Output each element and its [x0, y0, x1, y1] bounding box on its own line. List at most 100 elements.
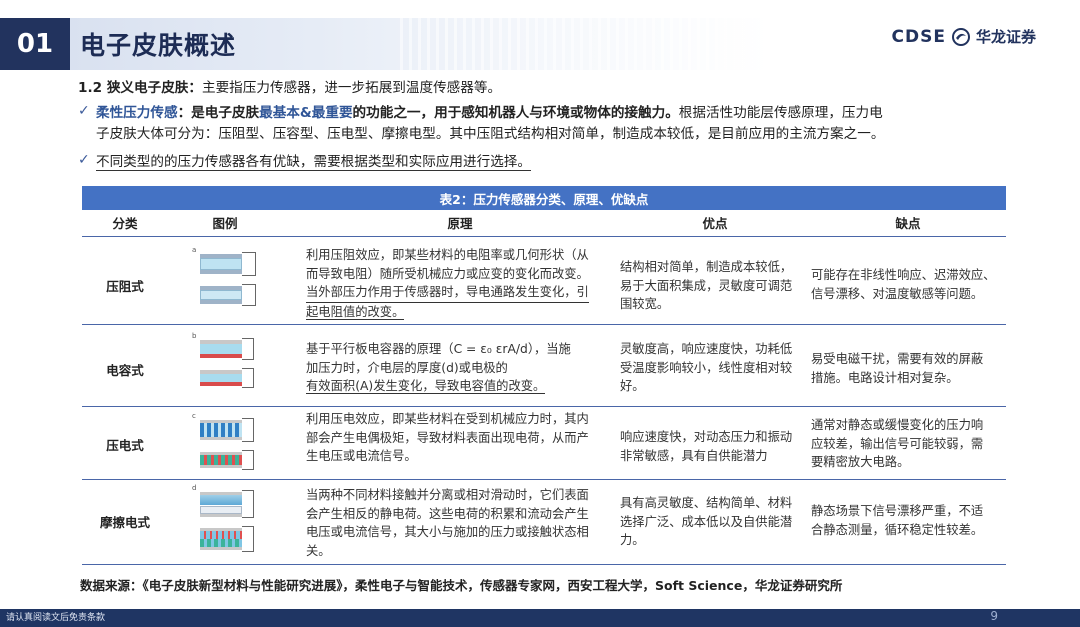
slide-page: 01 电子皮肤概述 CDSE 华龙证券 1.2 狭义电子皮肤：主要指压力传感器，… [0, 0, 1080, 627]
row-cons: 易受电磁干扰，需要有效的屏蔽 措施。电路设计相对复杂。 [811, 350, 1007, 387]
figure-circuit [242, 450, 254, 470]
figure-layer [200, 382, 242, 386]
subheading-label: 狭义电子皮肤： [106, 80, 202, 96]
row-cons: 可能存在非线性响应、迟滞效应、 信号漂移、对温度敏感等问题。 [811, 266, 1007, 303]
row-cons: 通常对静态或缓慢变化的压力响 应较差，输出信号可能较弱，需 要精密放大电路。 [811, 416, 1007, 472]
pros-line: 力。 [620, 533, 645, 547]
principle-line: 有效面积(A)发生变化，导致电容值的改变。 [306, 379, 546, 394]
principle-line: 关。 [306, 543, 331, 558]
pros-line: 具有高灵敏度、结构简单、材料 [620, 496, 793, 510]
figure-layer [200, 539, 242, 547]
table-header-divider [82, 236, 1006, 237]
principle-line: 利用压阻效应，即某些材料的电阻率或几何形状（从 [306, 248, 589, 262]
piezoresistive-figure: a [190, 246, 262, 316]
figure-circuit [242, 418, 254, 442]
col-header-principle: 原理 [447, 216, 473, 231]
pros-line: 围较宽。 [620, 297, 670, 311]
principle-line: 利用压电效应，即某些材料在受到机械应力时，其内 [306, 412, 589, 426]
bullet-1-lead: 柔性压力传感 [96, 105, 178, 121]
figure-circuit [242, 490, 254, 518]
row-principle: 基于平行板电容器的原理（C = ε₀ εrA/d），当施 加压力时，介电层的厚度… [306, 340, 620, 396]
principle-line: 基于平行板电容器的原理（C = ε₀ εrA/d），当施 [306, 342, 571, 356]
pros-line: 选择广泛、成本低以及自供能潜 [620, 514, 793, 529]
principle-line: 生电压或电流信号。 [306, 449, 417, 463]
cons-line: 要精密放大电路。 [811, 455, 910, 469]
table-row-divider [82, 324, 1006, 325]
pros-line: 结构相对简单，制造成本较低， [620, 260, 793, 274]
col-header-category: 分类 [112, 216, 138, 231]
principle-line: 电压或电流信号，其大小与施加的压力或接触状态相 [306, 525, 589, 539]
pros-line: 灵敏度高，响应速度快，功耗低 [620, 342, 793, 356]
table-title: 表2：压力传感器分类、原理、优缺点 [82, 186, 1006, 210]
figure-layer [200, 547, 242, 550]
principle-line: 起电阻值的改变。 [306, 304, 405, 320]
figure-circuit [242, 368, 254, 388]
bullet-1-bold-1: ：是电子皮肤 [177, 105, 260, 121]
cons-line: 可能存在非线性响应、迟滞效应、 [811, 268, 996, 282]
cons-line: 措施。电路设计相对复杂。 [811, 370, 959, 385]
brand-logo: CDSE 华龙证券 [892, 26, 1036, 47]
disclaimer-link[interactable]: 请认真阅读文后免责条款 [6, 610, 105, 623]
row-pros: 具有高灵敏度、结构简单、材料 选择广泛、成本低以及自供能潜 力。 [620, 494, 810, 550]
figure-layer [200, 495, 242, 505]
row-category: 压电式 [106, 438, 144, 453]
cons-line: 合静态测量，循环稳定性较差。 [811, 522, 984, 537]
figure-layer [200, 270, 242, 274]
bullet-2-text: 不同类型的的压力传感器各有优缺，需要根据类型和实际应用进行选择。 [96, 154, 531, 171]
row-principle: 利用压电效应，即某些材料在受到机械应力时，其内 部会产生电偶极矩，导致材料表面出… [306, 410, 620, 466]
footer-bar: 请认真阅读文后免责条款 9 [0, 609, 1080, 627]
bullet-1-line-2: 子皮肤大体可分为：压阻型、压容型、压电型、摩擦电型。其中压阻式结构相对简单，制造… [96, 126, 885, 142]
principle-line: 而导致电阻）随所受机械应力或应变的变化而改变。 [306, 266, 589, 281]
figure-letter: d [192, 484, 197, 492]
figure-circuit [242, 252, 256, 276]
bullet-1-bold-2: 的功能之一，用于感知机器人与环境或物体的接触力。 [352, 105, 679, 121]
col-header-cons: 缺点 [895, 216, 921, 231]
subheading-number: 1.2 [78, 80, 103, 96]
row-cons: 静态场景下信号漂移严重，不适 合静态测量，循环稳定性较差。 [811, 502, 1007, 539]
section-number: 01 [0, 18, 70, 70]
figure-layer [200, 354, 242, 358]
cons-line: 信号漂移、对温度敏感等问题。 [811, 286, 984, 301]
triboelectric-figure: d [190, 484, 262, 558]
principle-line: 当两种不同材料接触并分离或相对滑动时，它们表面 [306, 488, 589, 502]
figure-letter: b [192, 332, 197, 340]
row-pros: 响应速度快，对动态压力和振动 非常敏感，具有自供能潜力 [620, 428, 810, 465]
principle-line: 当外部压力作用于传感器时，导电通路发生变化，引 [306, 283, 589, 303]
subheading: 1.2 狭义电子皮肤：主要指压力传感器，进一步拓展到温度传感器等。 [78, 78, 501, 98]
figure-layer [200, 506, 242, 514]
figure-layer [200, 344, 242, 354]
logo-text-cn: 华龙证券 [975, 28, 1036, 46]
figure-layer [200, 437, 242, 440]
pros-line: 易于大面积集成，灵敏度可调范 [620, 278, 793, 293]
figure-layer [200, 455, 242, 465]
figure-letter: a [192, 246, 197, 254]
figure-layer [200, 374, 242, 382]
row-category: 电容式 [106, 363, 144, 378]
figure-circuit [242, 284, 256, 306]
section-title: 电子皮肤概述 [80, 31, 237, 60]
figure-layer [200, 300, 242, 304]
cons-line: 通常对静态或缓慢变化的压力响 [811, 418, 984, 432]
piezoelectric-figure: c [190, 412, 262, 478]
cons-line: 易受电磁干扰，需要有效的屏蔽 [811, 352, 984, 366]
col-header-figure: 图例 [212, 216, 238, 231]
row-pros: 灵敏度高，响应速度快，功耗低 受温度影响较小，线性度相对较 好。 [620, 340, 810, 396]
figure-layer [200, 531, 242, 539]
table-row-divider [82, 406, 1006, 407]
figure-circuit [242, 338, 254, 360]
row-pros: 结构相对简单，制造成本较低， 易于大面积集成，灵敏度可调范 围较宽。 [620, 258, 810, 314]
slide-header: 01 电子皮肤概述 CDSE 华龙证券 [0, 18, 1080, 70]
row-principle: 当两种不同材料接触并分离或相对滑动时，它们表面 会产生相反的静电荷。这些电荷的积… [306, 486, 620, 560]
pros-line: 受温度影响较小，线性度相对较 [620, 360, 793, 375]
table-row-divider [82, 479, 1006, 480]
cons-line: 应较差，输出信号可能较弱，需 [811, 436, 984, 451]
principle-line: 加压力时，介电层的厚度(d)或电极的 [306, 360, 508, 375]
checkmark-icon: ✓ [78, 152, 90, 168]
cons-line: 静态场景下信号漂移严重，不适 [811, 504, 984, 518]
row-category: 摩擦电式 [99, 515, 150, 530]
pros-line: 响应速度快，对动态压力和振动 [620, 430, 793, 444]
table-bottom-border [82, 564, 1006, 565]
principle-line: 部会产生电偶极矩，导致材料表面出现电荷，从而产 [306, 430, 589, 445]
figure-letter: c [192, 412, 196, 420]
figure-circuit [242, 526, 254, 552]
